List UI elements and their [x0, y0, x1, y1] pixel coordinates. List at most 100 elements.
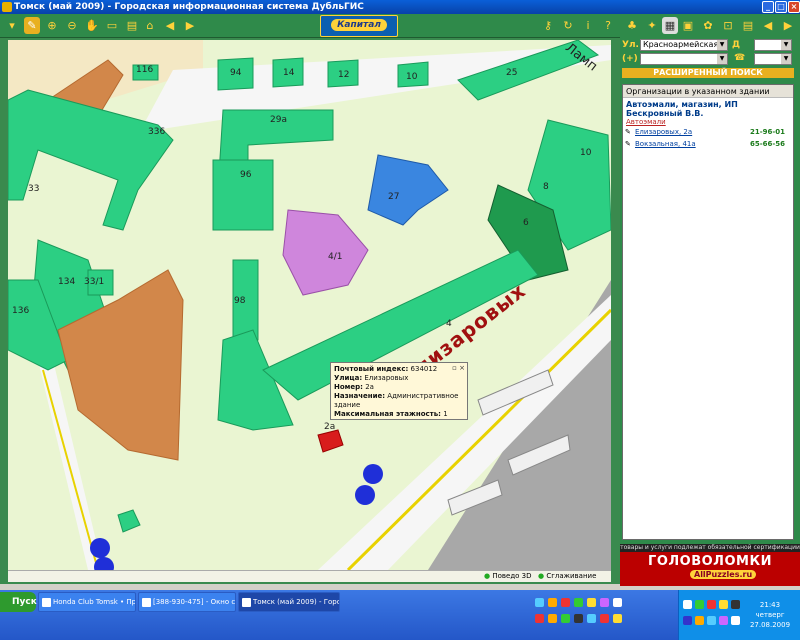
- org-address[interactable]: Елизаровых, 2а: [635, 128, 692, 136]
- tray-icon[interactable]: [683, 616, 692, 625]
- chevron-down-icon[interactable]: ▼: [781, 54, 791, 64]
- building-label: 2а: [324, 422, 336, 432]
- print-icon[interactable]: ▤: [740, 17, 756, 34]
- tray-icon[interactable]: [719, 616, 728, 625]
- building-label: 29а: [270, 115, 287, 125]
- map-statusbar: ● Поведо 3D ● Сглаживание: [8, 570, 611, 582]
- smooth-toggle[interactable]: ● Сглаживание: [538, 572, 596, 580]
- app-icon[interactable]: [613, 598, 622, 607]
- home-icon[interactable]: ⌂: [142, 17, 158, 34]
- task-label: Томск (май 2009) - Горо...: [253, 598, 340, 606]
- list-item[interactable]: ✎ Елизаровых, 2а 21-96-01: [623, 126, 793, 138]
- chat-icon: [142, 598, 151, 607]
- app-icon[interactable]: [587, 614, 596, 623]
- building-label: 96: [240, 170, 252, 180]
- chevron-down-icon[interactable]: ▼: [717, 54, 727, 64]
- task-label: [388-930-475] - Окно со...: [153, 598, 236, 606]
- forward-arrow-icon[interactable]: ▶: [182, 17, 198, 34]
- refresh-icon[interactable]: ↻: [560, 17, 576, 34]
- app-icon[interactable]: [600, 614, 609, 623]
- tray-icon[interactable]: [695, 616, 704, 625]
- close-icon[interactable]: ▫ ×: [452, 364, 465, 373]
- browser-icon: [42, 598, 51, 607]
- app-icon[interactable]: [548, 614, 557, 623]
- building-label: 8: [543, 182, 549, 192]
- building-label: 6: [523, 218, 529, 228]
- back-arrow-icon[interactable]: ◀: [162, 17, 178, 34]
- close-button[interactable]: ×: [788, 1, 800, 13]
- phone-code-input[interactable]: ▼: [754, 53, 792, 65]
- street-input[interactable]: Красноармейская ▼: [640, 39, 728, 51]
- tray-icon[interactable]: [731, 616, 740, 625]
- pencil-icon[interactable]: ✎: [24, 17, 40, 34]
- task-doublegis[interactable]: Томск (май 2009) - Горо...: [238, 592, 340, 612]
- app-icon[interactable]: [600, 598, 609, 607]
- start-button[interactable]: Пуск: [0, 592, 37, 612]
- app-icon[interactable]: [535, 598, 544, 607]
- street-value: Красноармейская: [643, 40, 719, 49]
- building-label: 27: [388, 192, 400, 202]
- window-icon[interactable]: ▣: [680, 17, 696, 34]
- building-label: 12: [338, 70, 350, 80]
- task-honda[interactable]: Honda Club Tomsk • Про...: [38, 592, 136, 612]
- organization-category[interactable]: Автоэмали: [623, 118, 793, 126]
- tray-icon[interactable]: [707, 616, 716, 625]
- map-icon[interactable]: ▦: [662, 17, 678, 34]
- rubric-icon[interactable]: ✿: [700, 17, 716, 34]
- ad-banner[interactable]: товары и услуги подлежат обязательной се…: [620, 544, 800, 586]
- advanced-search-label: РАСШИРЕННЫЙ ПОИСК: [653, 68, 763, 77]
- banner-title: ГОЛОВОЛОМКИ: [648, 554, 772, 569]
- list-item[interactable]: ✎ Вокзальная, 41а 65-66-56: [623, 138, 793, 150]
- chevron-down-icon[interactable]: ▼: [781, 40, 791, 50]
- app-icon[interactable]: [587, 598, 596, 607]
- app-icon[interactable]: [548, 598, 557, 607]
- app-icon[interactable]: [535, 614, 544, 623]
- tray-icon[interactable]: [695, 600, 704, 609]
- leaf-icon[interactable]: ✦: [644, 17, 660, 34]
- key-icon[interactable]: ⚷: [540, 17, 556, 34]
- zoom-in-icon[interactable]: ⊕: [44, 17, 60, 34]
- logo[interactable]: Капитал: [320, 15, 398, 37]
- building-label: 25: [506, 68, 518, 78]
- org-address[interactable]: Вокзальная, 41а: [635, 140, 696, 148]
- help-icon[interactable]: ?: [600, 17, 616, 34]
- hand-icon[interactable]: ✋: [84, 17, 100, 34]
- phone-input[interactable]: ▼: [640, 53, 728, 65]
- app-icon[interactable]: [613, 614, 622, 623]
- forward-arrow-icon[interactable]: ▶: [780, 17, 796, 34]
- tray-icon[interactable]: [707, 600, 716, 609]
- tray-icon[interactable]: [731, 600, 740, 609]
- dropdown-icon[interactable]: ▾: [4, 17, 20, 34]
- app-icon[interactable]: [561, 598, 570, 607]
- org-phone: 65-66-56: [749, 140, 785, 148]
- organization-name[interactable]: Автоэмали, магазин, ИП Бескровный В.В.: [623, 98, 793, 118]
- maximize-button[interactable]: □: [775, 1, 787, 13]
- zoom-out-icon[interactable]: ⊖: [64, 17, 80, 34]
- bus-icon[interactable]: ⊡: [720, 17, 736, 34]
- tree-icon[interactable]: ♣: [624, 17, 640, 34]
- banner-notice: товары и услуги подлежат обязательной се…: [620, 544, 800, 552]
- banner-sub: AllPuzzles.ru: [690, 570, 757, 579]
- app-icon[interactable]: [561, 614, 570, 623]
- start-label: Пуск: [12, 597, 37, 607]
- app-icon: [242, 598, 251, 607]
- house-input[interactable]: ▼: [754, 39, 792, 51]
- tray-icon[interactable]: [683, 600, 692, 609]
- view3d-toggle[interactable]: ● Поведо 3D: [484, 572, 532, 580]
- popup-street: Елизаровых: [364, 374, 409, 382]
- advanced-search-button[interactable]: РАСШИРЕННЫЙ ПОИСК: [622, 68, 794, 78]
- chevron-down-icon[interactable]: ▼: [717, 40, 727, 50]
- print-icon[interactable]: ▤: [124, 17, 140, 34]
- map-canvas[interactable]: 116 94 14 12 10 25 336 29а 10 33 96 27 8…: [8, 40, 611, 570]
- panel-toolbar: ♣ ✦ ▦ ▣ ✿ ⊡ ▤ ◀ ▶: [620, 14, 800, 38]
- app-icon[interactable]: [574, 598, 583, 607]
- task-chat[interactable]: [388-930-475] - Окно со...: [138, 592, 236, 612]
- clock[interactable]: 21:43 четверг 27.08.2009: [740, 600, 800, 630]
- minimize-button[interactable]: _: [762, 1, 774, 13]
- info-icon[interactable]: i: [580, 17, 596, 34]
- tray-icon[interactable]: [719, 600, 728, 609]
- ruler-icon[interactable]: ▭: [104, 17, 120, 34]
- back-arrow-icon[interactable]: ◀: [760, 17, 776, 34]
- quicklaunch: [535, 596, 675, 636]
- app-icon[interactable]: [574, 614, 583, 623]
